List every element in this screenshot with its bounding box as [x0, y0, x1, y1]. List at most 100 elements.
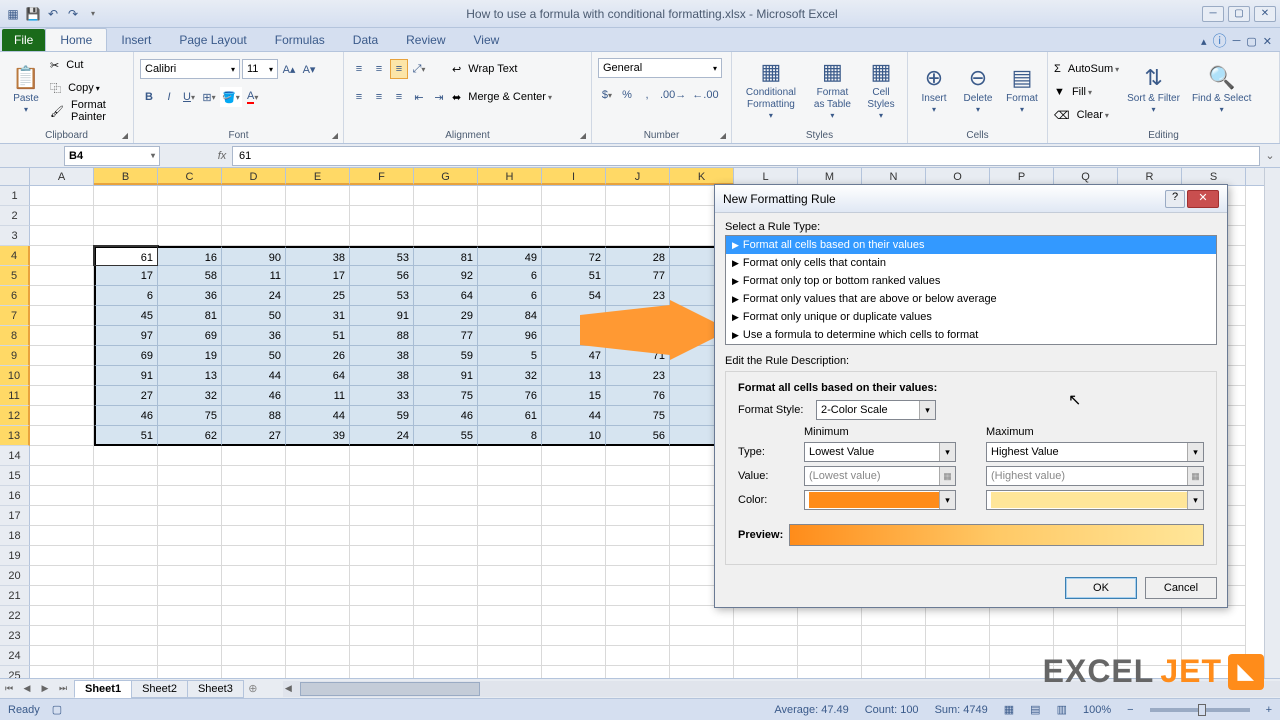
cell-E4[interactable]: 38 — [286, 246, 350, 266]
cell-G20[interactable] — [414, 566, 478, 586]
cell-C15[interactable] — [158, 466, 222, 486]
tab-formulas[interactable]: Formulas — [261, 29, 339, 51]
cell-C6[interactable]: 36 — [158, 286, 222, 306]
cell-F4[interactable]: 53 — [350, 246, 414, 266]
underline-button[interactable]: U — [180, 87, 198, 107]
sheet-tab-sheet2[interactable]: Sheet2 — [131, 680, 188, 698]
help-icon[interactable]: ⓘ — [1213, 31, 1227, 51]
cell-F24[interactable] — [350, 646, 414, 666]
align-left-button[interactable]: ≡ — [350, 87, 368, 107]
fill-color-button[interactable]: 🪣 — [220, 87, 242, 107]
cell-D9[interactable]: 50 — [222, 346, 286, 366]
font-name-combo[interactable]: Calibri▾ — [140, 59, 240, 79]
cell-D12[interactable]: 88 — [222, 406, 286, 426]
cell-C10[interactable]: 13 — [158, 366, 222, 386]
cell-G22[interactable] — [414, 606, 478, 626]
cell-P22[interactable] — [990, 606, 1054, 626]
cell-A9[interactable] — [30, 346, 94, 366]
vertical-scrollbar[interactable] — [1264, 168, 1280, 678]
cell-A23[interactable] — [30, 626, 94, 646]
cell-C1[interactable] — [158, 186, 222, 206]
decrease-font-button[interactable]: A▾ — [300, 59, 318, 79]
cell-C5[interactable]: 58 — [158, 266, 222, 286]
cell-C17[interactable] — [158, 506, 222, 526]
cell-I6[interactable]: 54 — [542, 286, 606, 306]
cell-J16[interactable] — [606, 486, 670, 506]
cell-J1[interactable] — [606, 186, 670, 206]
cell-B24[interactable] — [94, 646, 158, 666]
font-launcher[interactable]: ◢ — [329, 129, 341, 141]
cell-C9[interactable]: 19 — [158, 346, 222, 366]
format-painter-button[interactable]: 🖌 Format Painter — [50, 100, 127, 122]
cell-H19[interactable] — [478, 546, 542, 566]
view-normal-icon[interactable]: ▦ — [1004, 703, 1014, 716]
cell-F3[interactable] — [350, 226, 414, 246]
cell-J8[interactable] — [606, 326, 670, 346]
cell-H16[interactable] — [478, 486, 542, 506]
cell-J6[interactable]: 23 — [606, 286, 670, 306]
cell-A20[interactable] — [30, 566, 94, 586]
cell-D25[interactable] — [222, 666, 286, 678]
cell-D20[interactable] — [222, 566, 286, 586]
select-all-corner[interactable] — [0, 168, 30, 185]
cell-E3[interactable] — [286, 226, 350, 246]
row-header-8[interactable]: 8 — [0, 326, 30, 346]
sheet-nav-next[interactable]: ▶ — [36, 683, 54, 694]
minimize-ribbon-icon[interactable]: ▴ — [1201, 35, 1207, 48]
row-header-23[interactable]: 23 — [0, 626, 30, 646]
cell-A3[interactable] — [30, 226, 94, 246]
dialog-close-button[interactable]: ✕ — [1187, 190, 1219, 208]
sheet-tab-sheet3[interactable]: Sheet3 — [187, 680, 244, 698]
cell-J21[interactable] — [606, 586, 670, 606]
cell-G16[interactable] — [414, 486, 478, 506]
cell-M22[interactable] — [798, 606, 862, 626]
format-button[interactable]: ▤Format▾ — [1002, 54, 1042, 124]
cell-C21[interactable] — [158, 586, 222, 606]
cell-A19[interactable] — [30, 546, 94, 566]
cell-G11[interactable]: 75 — [414, 386, 478, 406]
cell-I23[interactable] — [542, 626, 606, 646]
tab-review[interactable]: Review — [392, 29, 459, 51]
cancel-button[interactable]: Cancel — [1145, 577, 1217, 599]
cell-M23[interactable] — [798, 626, 862, 646]
cell-D1[interactable] — [222, 186, 286, 206]
view-layout-icon[interactable]: ▤ — [1030, 703, 1040, 716]
cell-B3[interactable] — [94, 226, 158, 246]
cell-A14[interactable] — [30, 446, 94, 466]
row-header-22[interactable]: 22 — [0, 606, 30, 626]
cell-D10[interactable]: 44 — [222, 366, 286, 386]
cell-C20[interactable] — [158, 566, 222, 586]
cell-C25[interactable] — [158, 666, 222, 678]
cell-G12[interactable]: 46 — [414, 406, 478, 426]
cell-B1[interactable] — [94, 186, 158, 206]
row-header-16[interactable]: 16 — [0, 486, 30, 506]
sheet-nav-prev[interactable]: ◀ — [18, 683, 36, 694]
cell-B10[interactable]: 91 — [94, 366, 158, 386]
min-value-input[interactable]: (Lowest value)▦ — [804, 466, 956, 486]
cell-F7[interactable]: 91 — [350, 306, 414, 326]
tab-insert[interactable]: Insert — [107, 29, 165, 51]
cell-E21[interactable] — [286, 586, 350, 606]
cell-B4[interactable]: 61 — [94, 246, 158, 266]
cell-G19[interactable] — [414, 546, 478, 566]
sheet-nav-first[interactable]: ⏮ — [0, 683, 18, 694]
cell-L22[interactable] — [734, 606, 798, 626]
cell-G23[interactable] — [414, 626, 478, 646]
align-top-button[interactable]: ≡ — [350, 59, 368, 79]
cell-A5[interactable] — [30, 266, 94, 286]
cell-G13[interactable]: 55 — [414, 426, 478, 446]
cell-C2[interactable] — [158, 206, 222, 226]
col-header-H[interactable]: H — [478, 168, 542, 185]
cell-C24[interactable] — [158, 646, 222, 666]
cell-E6[interactable]: 25 — [286, 286, 350, 306]
cell-G1[interactable] — [414, 186, 478, 206]
cell-H2[interactable] — [478, 206, 542, 226]
row-header-5[interactable]: 5 — [0, 266, 30, 286]
cell-L24[interactable] — [734, 646, 798, 666]
cell-R23[interactable] — [1118, 626, 1182, 646]
row-header-10[interactable]: 10 — [0, 366, 30, 386]
cell-B17[interactable] — [94, 506, 158, 526]
cell-B20[interactable] — [94, 566, 158, 586]
name-box[interactable]: B4▾ — [64, 146, 160, 166]
cell-E22[interactable] — [286, 606, 350, 626]
